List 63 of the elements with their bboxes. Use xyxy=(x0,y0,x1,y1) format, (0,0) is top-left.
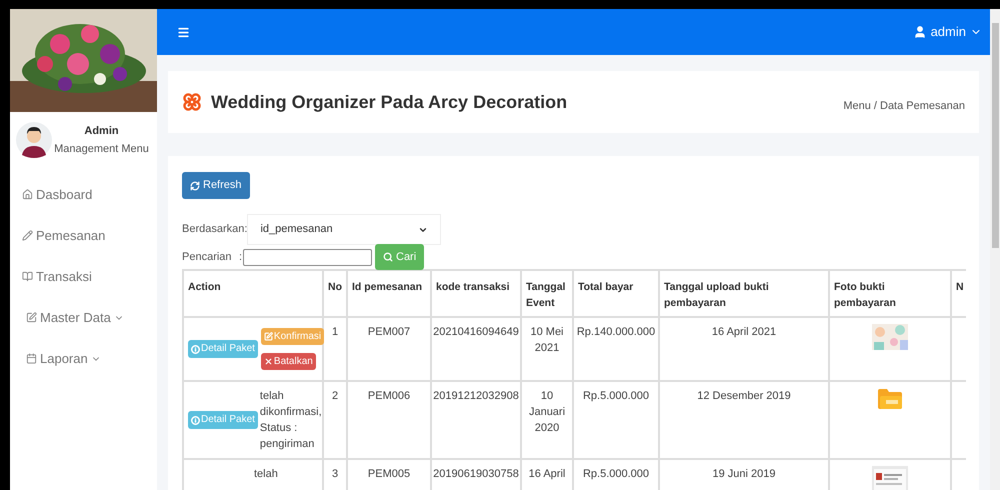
folder-icon xyxy=(877,388,903,410)
menu-icon[interactable] xyxy=(177,26,190,38)
refresh-button[interactable]: Refresh xyxy=(182,172,250,199)
nav-label: Master Data xyxy=(40,308,111,327)
table-cell: PEM007 xyxy=(347,317,431,381)
calendar-icon xyxy=(26,353,37,364)
search-field[interactable] xyxy=(243,248,372,266)
status-text: telah dikonfirmasi, Status : pengiriman xyxy=(260,389,320,452)
column-header: Action xyxy=(183,270,323,317)
nav-item[interactable]: Master Data xyxy=(10,297,157,338)
table-cell: 10 Mei 2021 xyxy=(521,317,573,381)
table-cell: 20210416094649 xyxy=(431,317,521,381)
edit-icon xyxy=(26,312,37,323)
status-text: telah xyxy=(254,467,279,482)
table-cell: 10 Januari 2020 xyxy=(521,381,573,459)
page-title: Wedding Organizer Pada Arcy Decoration xyxy=(211,90,568,114)
user-menu[interactable]: admin xyxy=(912,22,982,42)
nav-label: Dasboard xyxy=(36,186,92,204)
scrollbar[interactable] xyxy=(990,9,1000,490)
search-label: Pencarian xyxy=(182,250,233,265)
x-icon xyxy=(264,357,273,366)
table-cell: PEM006 xyxy=(347,381,431,459)
cancel-button[interactable]: Batalkan xyxy=(260,353,316,370)
nav-item[interactable]: Pemesanan xyxy=(10,215,157,256)
info-icon xyxy=(191,416,200,424)
table-cell: 2 xyxy=(323,381,347,459)
edit-icon xyxy=(264,332,273,341)
table-cell: 1 xyxy=(323,317,347,381)
column-header: N xyxy=(951,270,966,317)
column-header: Foto bukti pembayaran xyxy=(829,270,951,317)
user-icon xyxy=(912,25,927,39)
pencil-icon xyxy=(22,230,33,241)
info-icon xyxy=(191,344,200,354)
nav-item[interactable]: Dasboard xyxy=(10,174,157,215)
nav-item[interactable]: Laporan xyxy=(10,338,157,379)
search-icon xyxy=(383,252,393,262)
refresh-icon xyxy=(190,180,200,190)
column-header: No xyxy=(323,270,347,317)
user-name: Admin xyxy=(84,124,119,139)
filter-label: Berdasarkan: xyxy=(182,222,248,238)
book-icon xyxy=(22,271,33,282)
table-cell: 20191212032908 xyxy=(431,381,521,459)
table-cell: 16 April 2021 xyxy=(659,317,829,381)
table-cell: 20190619030758 xyxy=(431,459,521,490)
nav-item[interactable]: Transaksi xyxy=(10,256,157,297)
table-cell: 12 Desember 2019 xyxy=(659,381,829,459)
column-header: Tanggal upload bukti pembayaran xyxy=(659,270,829,317)
nav-label: Laporan xyxy=(40,350,88,368)
table-cell: Rp.140.000.000 xyxy=(573,317,659,381)
column-header: Tanggal Event xyxy=(521,270,573,317)
flower-icon xyxy=(182,92,202,112)
nav-label: Pemesanan xyxy=(36,226,106,245)
column-header: Total bayar xyxy=(573,270,659,317)
breadcrumb[interactable]: Menu / Data Pemesanan xyxy=(843,90,965,114)
home-icon xyxy=(22,189,33,200)
nav-label: Transaksi xyxy=(36,268,92,286)
table-cell: Rp.5.000.000 xyxy=(573,381,659,459)
avatar-icon xyxy=(16,122,52,158)
search-button[interactable]: Cari xyxy=(375,244,424,270)
search-separator: : xyxy=(239,250,243,265)
user-role: Management Menu xyxy=(54,142,149,157)
column-header: Id pemesanan xyxy=(347,270,431,317)
column-header: kode transaksi xyxy=(431,270,521,317)
